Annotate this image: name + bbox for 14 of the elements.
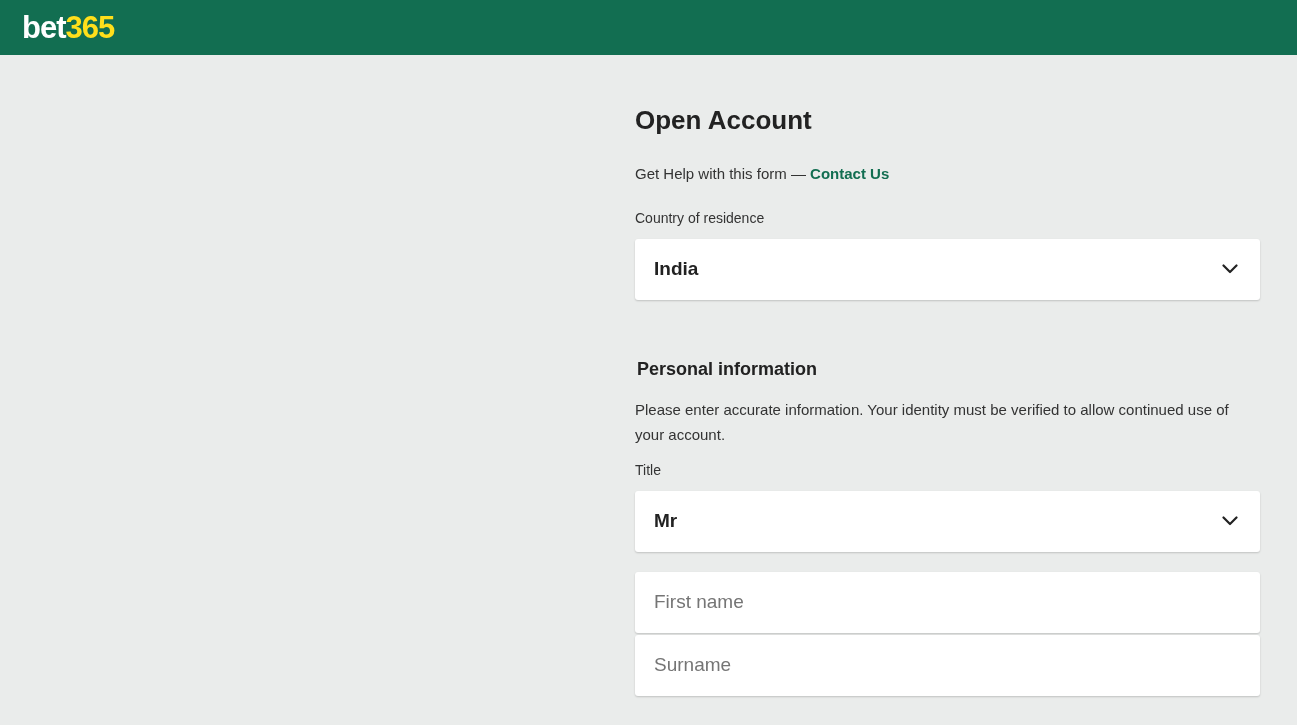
field-label: Title — [635, 460, 662, 480]
help-text: Get Help with this form — Contact Us — [635, 164, 891, 184]
logo[interactable]: bet365 — [22, 12, 115, 43]
select-dropdown[interactable]: Mr — [635, 490, 1260, 552]
contact-link[interactable]: Contact Us — [810, 165, 890, 182]
section-note: Please enter accurate information. Your identity must be verified to allow continued use of your account. — [635, 399, 1230, 445]
chevron-down-icon — [1222, 264, 1238, 274]
select-dropdown[interactable]: India — [635, 238, 1260, 300]
page-title: Open Account — [635, 104, 813, 137]
field-label: Country of residence — [635, 208, 766, 228]
input-field[interactable]: First name — [635, 571, 1260, 633]
input-field[interactable]: Surname — [635, 634, 1260, 696]
chevron-down-icon — [1222, 516, 1238, 526]
section-heading: Personal information — [636, 357, 819, 381]
